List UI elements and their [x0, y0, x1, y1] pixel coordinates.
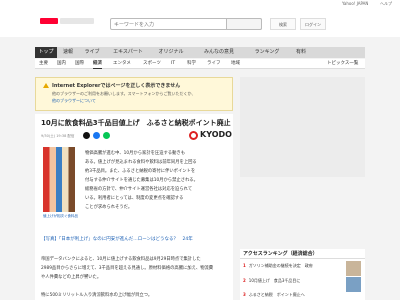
kyodo-name: KYODO [200, 130, 232, 139]
sidebar-ad[interactable] [240, 77, 365, 177]
subnav-main[interactable]: 主要 [39, 59, 48, 69]
ranking-number: 3 [243, 292, 246, 297]
ranking-thumbnail[interactable] [346, 277, 361, 292]
logo-mark [40, 18, 58, 24]
nav-original[interactable]: オリジナル [151, 47, 191, 58]
related-link[interactable]: 【写真】「日本が利上げ」なのに円安が進んだ…ローンはどうなる？ 24年 [41, 236, 193, 242]
ranking-text: ふるさと納税 ポイント廃止へ [248, 292, 305, 297]
ranking-item[interactable]: 2 10月値上げ 食品3千品目に [243, 278, 300, 284]
subnav-local[interactable]: 地域 [231, 59, 240, 69]
nav-ranking[interactable]: ランキング [247, 47, 287, 58]
notice-link[interactable]: 他のブラウザーについて [52, 98, 96, 104]
login-button[interactable]: ログイン [300, 18, 326, 30]
header-link-yahoo[interactable]: Yahoo! JAPAN [342, 1, 368, 6]
nav-breaking[interactable]: 速報 [59, 47, 77, 58]
search-button[interactable] [226, 18, 262, 30]
top-strip: Yahoo! JAPAN ヘルプ [0, 0, 400, 10]
ranking-item[interactable]: 3 ふるさと納税 ポイント廃止へ [243, 292, 305, 298]
para1-line: 物価高騰が進む中、10月から家計を圧迫する動きも [85, 151, 185, 156]
facebook-share-icon[interactable] [93, 132, 100, 139]
subnav-science[interactable]: 科学 [187, 59, 196, 69]
header-search-button[interactable]: 検索 [270, 18, 296, 30]
subnav-life[interactable]: ライフ [207, 59, 221, 69]
notice-title: Internet Explorerではページを正しく表示できません [52, 83, 181, 89]
para2-line: 特に500ミリリットル入り清涼飲料水の上げ幅が目立つ。 [41, 293, 153, 298]
ranking-text: ガソリン補助金の継続を決定 政府 [248, 263, 313, 268]
para1-line: 約3千品目。また、ふるさと納税の寄付に伴いポイントを [85, 169, 196, 174]
nav-top[interactable]: トップ [35, 47, 57, 58]
subnav-topics-list[interactable]: トピックス一覧 [327, 59, 358, 69]
search-input[interactable] [114, 20, 224, 29]
photo-caption[interactable]: 値上げが相次ぐ食料品 [43, 214, 78, 219]
para2-line: 2989品目からさらに増えて、3千品目を超える見通し。原材料価格の高騰に加え、物… [41, 266, 214, 271]
header-link-help[interactable]: ヘルプ [380, 1, 392, 7]
browser-notice: Internet Explorerではページを正しく表示できません 他のブラウザ… [35, 77, 233, 111]
article-photo[interactable] [43, 147, 75, 212]
para1-line: ことが求められそうだ。 [85, 205, 133, 210]
article-title: 10月に飲食料品3千品目値上げ ふるさと納税ポイント廃止 [41, 119, 231, 127]
article-meta: 9/30(土) 19:38 配信 [41, 134, 75, 138]
article: 10月に飲食料品3千品目値上げ ふるさと納税ポイント廃止 9/30(土) 19:… [35, 114, 233, 300]
x-share-icon[interactable] [83, 132, 90, 139]
ranking-title: アクセスランキング（経済総合） [240, 249, 365, 259]
subnav-it[interactable]: IT [171, 59, 175, 69]
ranking-number: 1 [243, 263, 246, 268]
subnav-economy[interactable]: 経済 [93, 59, 102, 69]
ranking-text: 10月値上げ 食品3千品目に [248, 278, 301, 283]
notice-text: 他のブラウザーのご利用をお願いします。スマートフォンからご覧いただくか、 [52, 91, 196, 96]
nav-live[interactable]: ライブ [79, 47, 105, 58]
para2-line: や人件費などの上昇が響いた。 [41, 275, 102, 280]
nav-opinion[interactable]: みんなの意見 [193, 47, 245, 58]
access-ranking: アクセスランキング（経済総合） 1 ガソリン補助金の継続を決定 政府 2 10月値上… [240, 249, 365, 300]
para1-line: ある。値上げが見込まれる食料や飲料は前年同月を上回る [85, 160, 197, 165]
para2-line: 帝国データバンクによると、10月に値上げする飲食料品は9月29日時点で集計した [41, 257, 201, 262]
nav-expert[interactable]: エキスパート [107, 47, 149, 58]
subnav-sports[interactable]: スポーツ [143, 59, 161, 69]
para1-line: いる。利用者にとっては、制度の変更点を確認する [85, 196, 184, 201]
warning-icon [43, 83, 49, 88]
ranking-number: 2 [243, 278, 246, 283]
subnav-domestic[interactable]: 国内 [57, 59, 66, 69]
line-share-icon[interactable] [103, 132, 110, 139]
kyodo-logo: KYODO [189, 130, 233, 142]
subnav-international[interactable]: 国際 [75, 59, 84, 69]
sub-nav: 主要 国内 国際 経済 エンタメ スポーツ IT 科学 ライフ 地域 トピックス… [35, 59, 365, 69]
nav-paid[interactable]: 有料 [289, 47, 313, 58]
ranking-item[interactable]: 1 ガソリン補助金の継続を決定 政府 [243, 263, 313, 269]
site-logo[interactable] [40, 16, 96, 28]
logo-text-block [60, 18, 94, 24]
ranking-thumbnail[interactable] [346, 261, 361, 276]
main-nav: トップ 速報 ライブ エキスパート オリジナル みんなの意見 ランキング 有料 [35, 47, 365, 58]
para1-line: 付与する仲介サイトを通じた募集は10月から禁止される。 [85, 178, 198, 183]
header: 検索 ログイン [0, 10, 400, 37]
subnav-entertainment[interactable]: エンタメ [113, 59, 131, 69]
kyodo-mark-icon [189, 131, 198, 140]
search-box [110, 18, 262, 30]
para1-line: 総務省の方針で、仲介サイト運営各社は対応を迫られて [85, 187, 193, 192]
